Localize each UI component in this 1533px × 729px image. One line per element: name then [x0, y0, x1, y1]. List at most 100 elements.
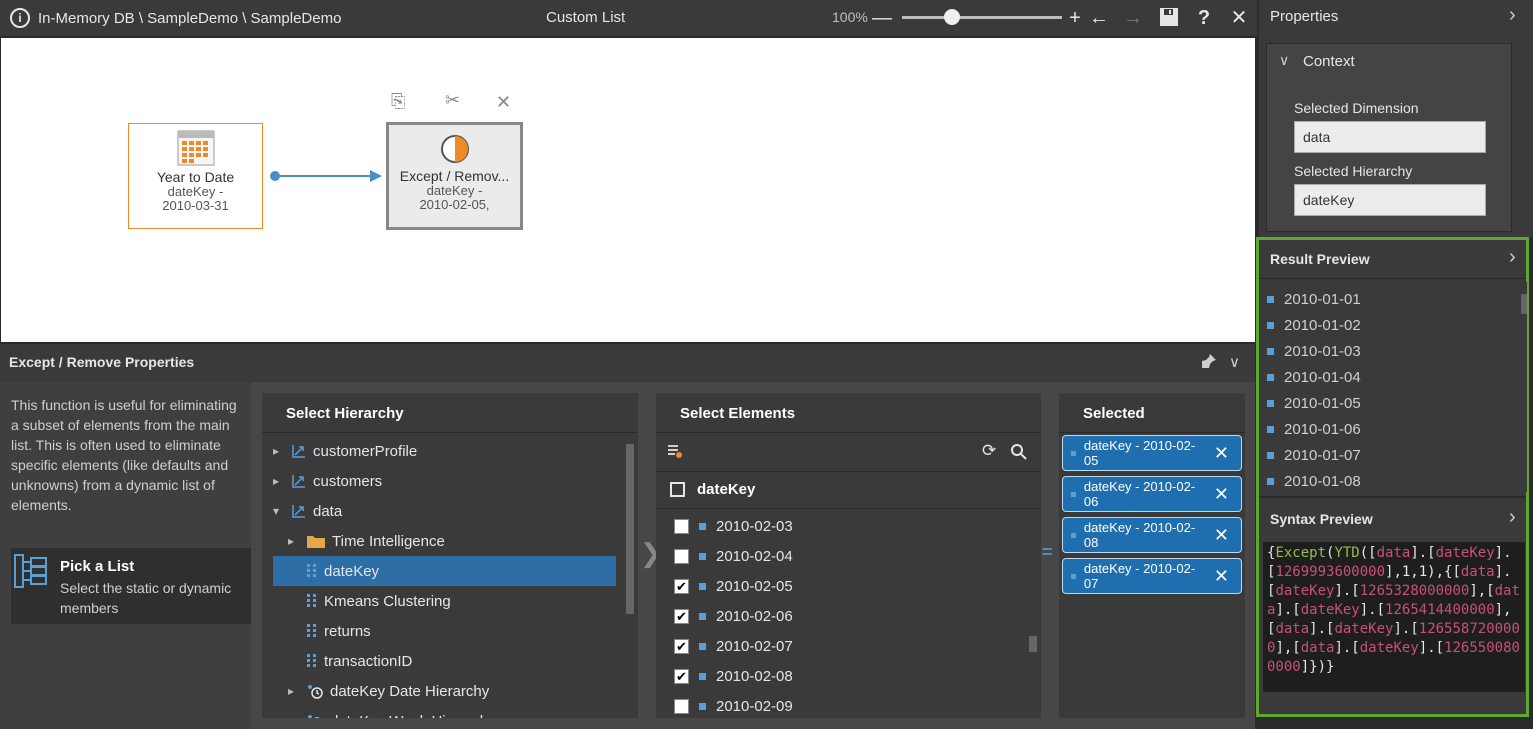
hierarchy-item[interactable]: transactionID [288, 646, 624, 676]
pin-icon[interactable] [1201, 353, 1217, 372]
info-icon[interactable]: i [10, 8, 30, 28]
selected-chip-label: dateKey - 2010-02-05 [1083, 438, 1196, 468]
scrollbar-thumb[interactable] [1029, 636, 1037, 652]
remove-icon[interactable]: ✕ [1214, 525, 1229, 546]
elements-list[interactable]: 2010-02-03 2010-02-04 ✔ 2010-02-05 ✔ 2010-02-… [656, 510, 1026, 718]
year-to-date-node[interactable]: Year to Date dateKey - 2010-03-31 [128, 123, 263, 229]
caret-right-icon[interactable]: ▸ [288, 714, 300, 718]
member-icon [699, 642, 706, 650]
member-icon [1267, 373, 1274, 381]
result-item-label: 2010-01-02 [1284, 316, 1361, 334]
selected-hierarchy-field[interactable]: dateKey [1294, 184, 1486, 216]
undo-arrow-icon[interactable]: ← [1086, 5, 1112, 31]
scrollbar-thumb[interactable] [626, 444, 634, 614]
hierarchy-item[interactable]: Kmeans Clustering [288, 586, 624, 616]
hierarchy-item[interactable]: ▸ customerProfile [273, 436, 624, 466]
selected-chip[interactable]: dateKey - 2010-02-06 ✕ [1062, 476, 1242, 512]
elements-root-row[interactable]: dateKey [656, 473, 1041, 509]
element-checkbox[interactable]: ✔ [674, 608, 689, 624]
search-icon[interactable] [1010, 443, 1027, 465]
member-icon [699, 552, 706, 560]
caret-right-icon[interactable]: ▸ [273, 444, 285, 458]
time-hierarchy-icon [306, 683, 324, 699]
element-checkbox[interactable]: ✔ [674, 578, 689, 594]
result-item: 2010-01-08 [1267, 468, 1517, 492]
chevron-right-icon[interactable]: › [1509, 246, 1516, 269]
hierarchy-item[interactable]: ▾ data [273, 496, 624, 526]
chevron-right-icon[interactable]: › [1509, 4, 1516, 27]
caret-right-icon[interactable]: ▸ [288, 534, 300, 548]
hierarchy-item-label: transactionID [324, 652, 413, 670]
caret-right-icon[interactable]: ▸ [288, 684, 300, 698]
zoom-slider[interactable] [902, 9, 1062, 25]
result-item-label: 2010-01-05 [1284, 394, 1361, 412]
remove-icon[interactable]: ✕ [1214, 443, 1229, 464]
remove-icon[interactable]: ✕ [1214, 566, 1229, 587]
hierarchy-item-selected[interactable]: dateKey [273, 556, 616, 586]
selected-dimension-field[interactable]: data [1294, 121, 1486, 153]
redo-arrow-icon[interactable]: → [1120, 5, 1146, 31]
remove-icon[interactable]: ✕ [1214, 484, 1229, 505]
chevron-down-icon[interactable]: ∨ [1229, 353, 1240, 371]
hierarchy-scrollbar[interactable] [624, 434, 636, 718]
select-all-checkbox[interactable] [670, 482, 685, 497]
zoom-in-button[interactable]: + [1062, 5, 1088, 31]
element-row[interactable]: ✔ 2010-02-06 [674, 601, 793, 631]
elements-scrollbar[interactable] [1028, 510, 1038, 718]
selected-chip[interactable]: dateKey - 2010-02-05 ✕ [1062, 435, 1242, 471]
element-row[interactable]: 2010-02-03 [674, 511, 793, 541]
filter-settings-icon[interactable] [667, 443, 683, 464]
member-icon [1267, 321, 1274, 329]
properties-scrollbar[interactable] [1521, 36, 1529, 232]
element-checkbox[interactable]: ✔ [674, 668, 689, 684]
node-subtitle: dateKey - [167, 184, 224, 199]
close-button[interactable]: ✕ [1226, 5, 1252, 31]
scrollbar-thumb[interactable] [1521, 294, 1527, 314]
hierarchy-tree[interactable]: ▸ customerProfile ▸ customers ▾ data ▸ Time Int… [262, 434, 624, 718]
element-row[interactable]: ✔ 2010-02-08 [674, 661, 793, 691]
node-subtitle: dateKey - [426, 183, 483, 198]
syntax-token: ].[ [1334, 640, 1360, 656]
hierarchy-item[interactable]: ▸ dateKey Date Hierarchy [288, 676, 624, 706]
hierarchy-item[interactable]: returns [288, 616, 624, 646]
syntax-token: ].[ [1359, 602, 1386, 618]
chevron-down-icon[interactable]: ∨ [1279, 52, 1289, 69]
delete-icon[interactable]: ✕ [496, 92, 511, 113]
caret-down-icon[interactable]: ▾ [273, 504, 285, 518]
hierarchy-item[interactable]: ▸ customers [273, 466, 624, 496]
pick-a-list-option[interactable]: Pick a List Select the static or dynamic… [11, 548, 251, 624]
member-icon [1267, 425, 1274, 433]
hierarchy-item-label: Time Intelligence [332, 532, 445, 550]
element-checkbox[interactable] [674, 518, 689, 534]
syntax-preview-code[interactable]: {Except(YTD([data].[dateKey].[1269993600… [1263, 542, 1525, 692]
hierarchy-item[interactable]: ▸ Time Intelligence [288, 526, 624, 556]
zoom-out-button[interactable]: — [869, 5, 895, 31]
hierarchy-item[interactable]: ▸ dateKey Week Hierarchy [288, 706, 624, 718]
save-icon[interactable] [1159, 7, 1179, 32]
copy-icon[interactable]: ⎘ [391, 91, 405, 112]
result-scrollbar[interactable] [1521, 282, 1527, 492]
zoom-slider-handle[interactable] [943, 9, 960, 25]
help-button[interactable]: ? [1191, 5, 1217, 31]
element-checkbox[interactable] [674, 698, 689, 714]
element-label: 2010-02-09 [716, 697, 793, 715]
cut-icon[interactable]: ✂ [445, 90, 460, 111]
element-row[interactable]: 2010-02-04 [674, 541, 793, 571]
element-row[interactable]: ✔ 2010-02-05 [674, 571, 793, 601]
element-checkbox[interactable] [674, 548, 689, 564]
hierarchy-item-label: data [313, 502, 343, 520]
result-item: 2010-01-04 [1267, 364, 1517, 390]
node-subtitle: 2010-03-31 [162, 198, 229, 213]
element-row[interactable]: 2010-02-09 [674, 691, 793, 718]
chevron-right-icon[interactable]: › [1509, 506, 1516, 529]
workflow-canvas[interactable]: Year to Date dateKey - 2010-03-31 ⎘ ✂ ✕ … [1, 38, 1255, 342]
hierarchy-item-label: Kmeans Clustering [324, 592, 451, 610]
refresh-icon[interactable]: ⟳ [982, 441, 996, 461]
element-row[interactable]: ✔ 2010-02-07 [674, 631, 793, 661]
selected-chip[interactable]: dateKey - 2010-02-07 ✕ [1062, 558, 1242, 594]
except-remove-node[interactable]: Except / Remov... dateKey - 2010-02-05, [386, 122, 523, 230]
element-checkbox[interactable]: ✔ [674, 638, 689, 654]
selected-chip[interactable]: dateKey - 2010-02-08 ✕ [1062, 517, 1242, 553]
caret-right-icon[interactable]: ▸ [273, 474, 285, 488]
syntax-token: ],[ [1469, 583, 1495, 599]
